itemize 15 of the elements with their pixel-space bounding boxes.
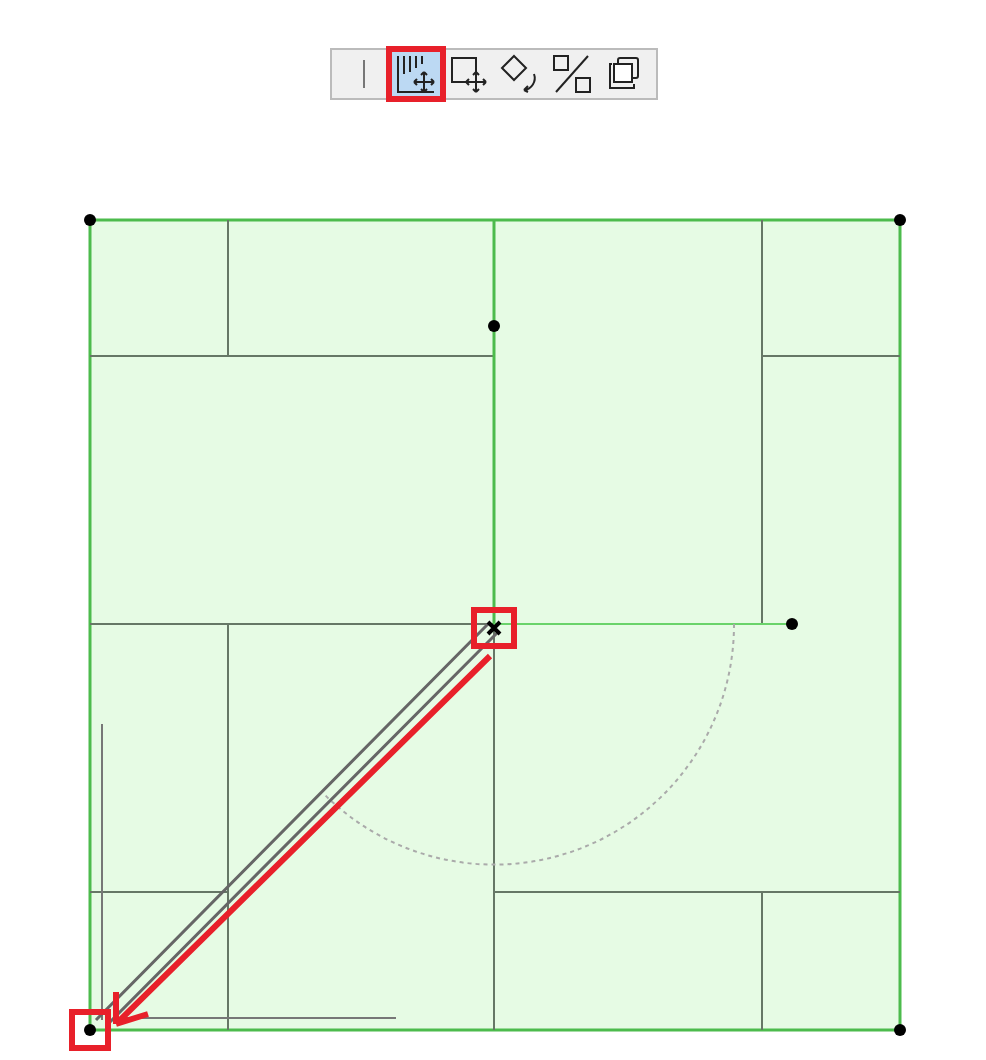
toolbar-button[interactable] [391,52,439,96]
stretch-icon [395,54,435,94]
move-icon [447,54,487,94]
node-point[interactable] [894,214,906,226]
node-point[interactable] [84,214,96,226]
node-point[interactable] [488,320,500,332]
separator-icon [361,60,365,88]
toolbar-button[interactable] [547,52,595,96]
mirror-icon [551,54,591,94]
selection-marker[interactable] [471,607,517,649]
rotate-icon [499,54,539,94]
node-point[interactable] [894,1024,906,1036]
node-point[interactable] [786,618,798,630]
selection-marker[interactable] [69,1009,111,1051]
copy-icon [603,54,643,94]
